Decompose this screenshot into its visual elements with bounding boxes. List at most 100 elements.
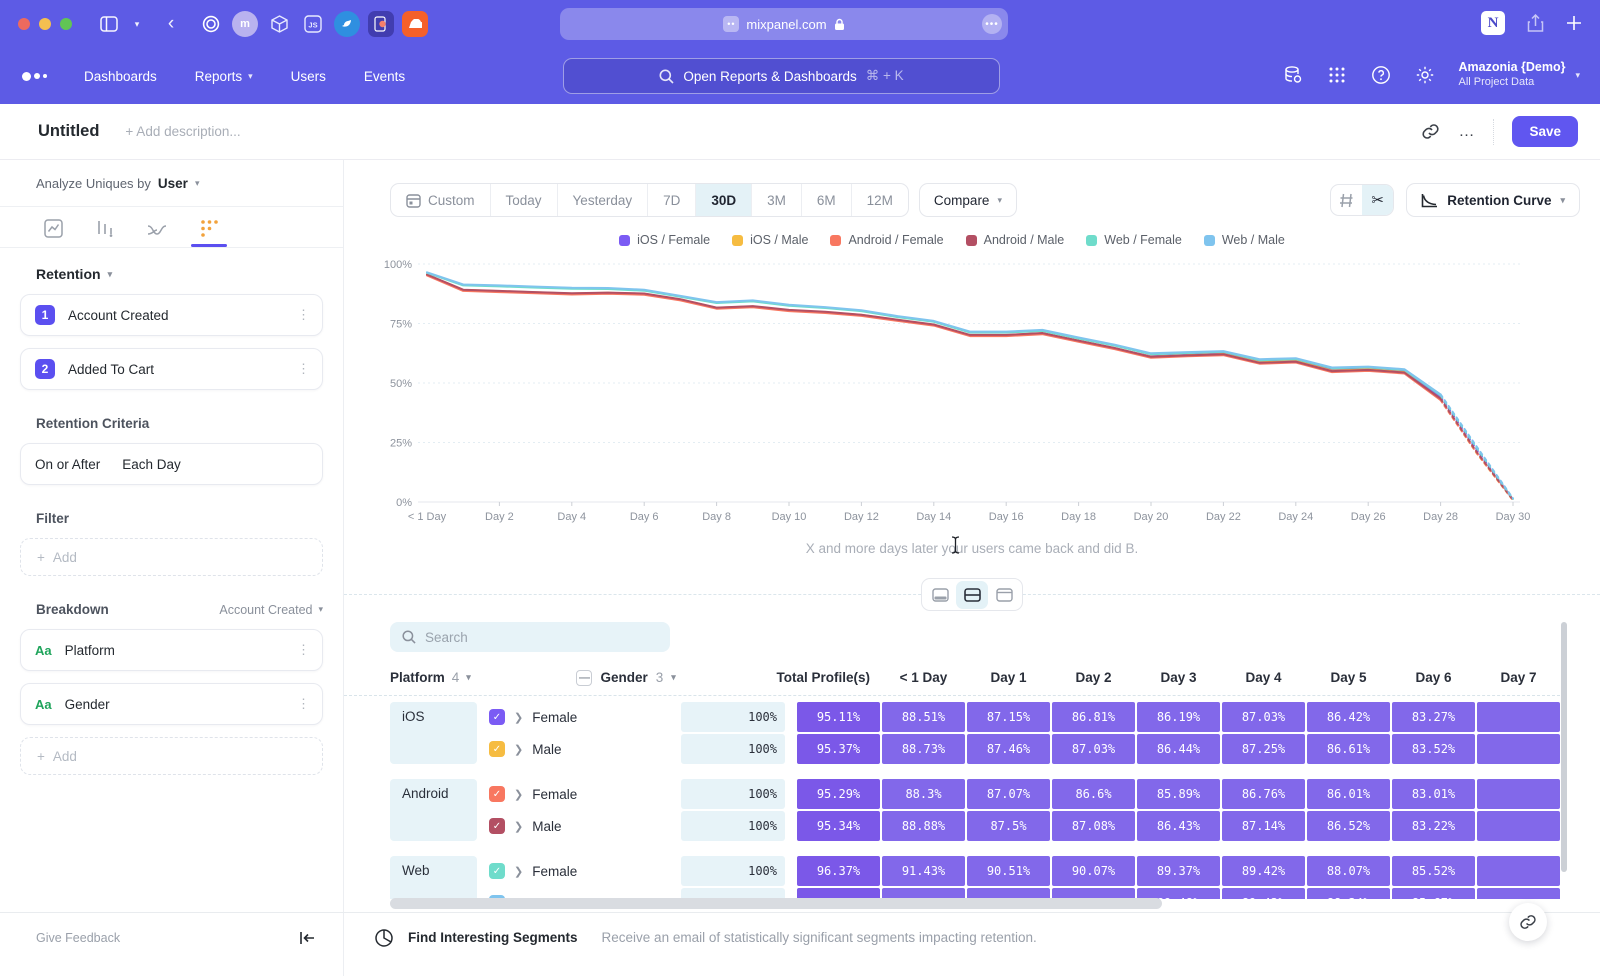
day-column-header[interactable]: Day 5 [1307,670,1390,685]
js-extension-icon[interactable]: JS [300,11,326,37]
legend-item[interactable]: Android / Male [966,233,1065,247]
range-30d[interactable]: 30D [696,184,752,216]
kebab-menu-icon[interactable]: ⋮ [297,642,310,658]
trim-data-toggle[interactable]: ✂ [1362,185,1393,215]
nav-item-dashboards[interactable]: Dashboards [72,61,169,92]
retention-value-cell[interactable]: 95.37% [797,734,880,764]
retention-value-cell[interactable]: 90.07% [1052,856,1135,886]
retention-value-cell[interactable]: 85.89% [1137,779,1220,809]
mixpanel-logo[interactable] [22,72,58,81]
gender-checkbox[interactable]: ✓ [489,741,505,757]
retention-value-cell[interactable]: 87.08% [1052,811,1135,841]
project-switcher[interactable]: Amazonia {Demo} All Project Data [1458,60,1565,89]
retention-value-cell[interactable]: 89.43% [1222,888,1305,899]
retention-value-cell[interactable]: 89.42% [1222,856,1305,886]
soundcloud-extension-icon[interactable] [402,11,428,37]
collapse-sidebar-icon[interactable] [299,931,315,945]
expand-chevron-icon[interactable]: ❯ [514,865,523,878]
address-more-icon[interactable]: ••• [982,14,1002,34]
criteria-each-day[interactable]: Each Day [122,457,181,472]
day-column-header[interactable]: Day 7 [1477,670,1560,685]
legend-item[interactable]: iOS / Female [619,233,710,247]
retention-value-cell[interactable]: 86.43% [1137,811,1220,841]
series-line-web---male[interactable] [1441,394,1513,498]
retention-value-cell[interactable]: 88.07% [1307,856,1390,886]
ring-extension-icon[interactable] [198,11,224,37]
criteria-on-or-after[interactable]: On or After [35,457,100,472]
gender-checkbox[interactable]: ✓ [489,786,505,802]
retention-value-cell[interactable]: 83.22% [1392,811,1475,841]
zoom-window-button[interactable] [60,18,72,30]
retention-value-cell[interactable]: 90.51% [967,856,1050,886]
legend-item[interactable]: Web / Female [1086,233,1182,247]
day-column-header[interactable]: Day 4 [1222,670,1305,685]
browser-sidebar-icon[interactable] [96,11,122,37]
save-button[interactable]: Save [1512,116,1578,147]
total-column-header[interactable]: Total Profile(s) [767,670,870,685]
range-7d[interactable]: 7D [648,184,696,216]
retention-step-2[interactable]: 2Added To Cart⋮ [20,348,323,390]
retention-value-cell[interactable]: 86.81% [1052,702,1135,732]
report-title[interactable]: Untitled [38,122,99,141]
retention-value-cell[interactable]: 88.73% [882,734,965,764]
expand-chevron-icon[interactable]: ❯ [514,711,523,724]
tab-retention[interactable] [196,219,222,247]
table-search-input[interactable]: Search [390,622,670,652]
analyze-value[interactable]: User [158,176,188,191]
layout-table-only-toggle[interactable] [988,581,1020,609]
retention-value-cell[interactable]: 87.03% [1222,702,1305,732]
criteria-card[interactable]: On or After Each Day [20,443,323,485]
retention-value-cell[interactable]: 86.76% [1222,779,1305,809]
value-labels-toggle[interactable] [1331,185,1362,215]
range-6m[interactable]: 6M [802,184,852,216]
retention-value-cell[interactable]: 88.88% [882,811,965,841]
retention-value-cell[interactable]: 87.15% [967,702,1050,732]
retention-value-cell[interactable]: 87.46% [967,734,1050,764]
global-search-button[interactable]: Open Reports & Dashboards ⌘ + K [563,58,1000,94]
horizontal-scrollbar[interactable] [390,898,1162,909]
expand-chevron-icon[interactable]: ❯ [514,820,523,833]
new-tab-icon[interactable] [1566,15,1582,31]
range-3m[interactable]: 3M [752,184,802,216]
share-icon[interactable] [1527,14,1544,33]
bird-extension-icon[interactable] [334,11,360,37]
retention-value-cell[interactable]: 88.51% [882,702,965,732]
back-icon[interactable]: ‹ [158,11,184,37]
retention-value-cell[interactable]: 87.03% [1052,734,1135,764]
expand-chevron-icon[interactable]: ❯ [514,743,523,756]
platform-column-header[interactable]: Platform 4 ▾ [390,670,564,685]
retention-value-cell[interactable]: 86.52% [1307,811,1390,841]
retention-value-cell[interactable]: 86.61% [1307,734,1390,764]
day-column-header[interactable]: Day 3 [1137,670,1220,685]
layout-chart-only-toggle[interactable] [924,581,956,609]
retention-chart[interactable]: 0%25%50%75%100%< 1 DayDay 2Day 4Day 6Day… [380,252,1560,535]
retention-value-cell[interactable]: 95.34% [797,811,880,841]
platform-cell[interactable]: Android [390,779,477,841]
vertical-scrollbar[interactable] [1561,622,1567,898]
retention-value-cell[interactable]: 85.52% [1392,856,1475,886]
retention-value-cell[interactable]: 86.42% [1307,702,1390,732]
retention-step-1[interactable]: 1Account Created⋮ [20,294,323,336]
breakdown-gender[interactable]: AaGender⋮ [20,683,323,725]
kebab-menu-icon[interactable]: ⋮ [297,361,310,377]
legend-item[interactable]: iOS / Male [732,233,808,247]
expand-chevron-icon[interactable]: ❯ [514,788,523,801]
nav-item-users[interactable]: Users [279,61,338,92]
retention-value-cell[interactable]: 96.37% [797,856,880,886]
platform-cell[interactable]: Web [390,856,477,899]
retention-value-cell[interactable]: 87.14% [1222,811,1305,841]
apps-grid-icon[interactable] [1320,58,1354,92]
breakdown-scope-dropdown[interactable]: Account Created ▾ [219,603,323,617]
retention-value-cell[interactable]: 86.6% [1052,779,1135,809]
chart-type-dropdown[interactable]: Retention Curve ▾ [1406,183,1580,217]
tab-funnels[interactable] [92,219,118,247]
day-column-header[interactable]: Day 2 [1052,670,1135,685]
retention-value-cell[interactable]: 87.07% [967,779,1050,809]
retention-value-cell[interactable]: 95.11% [797,702,880,732]
retention-value-cell[interactable]: 86.01% [1307,779,1390,809]
gender-checkbox[interactable]: ✓ [489,863,505,879]
range-12m[interactable]: 12M [852,184,908,216]
layout-split-toggle[interactable] [956,581,988,609]
close-window-button[interactable] [18,18,30,30]
retention-value-cell[interactable]: 87.5% [967,811,1050,841]
